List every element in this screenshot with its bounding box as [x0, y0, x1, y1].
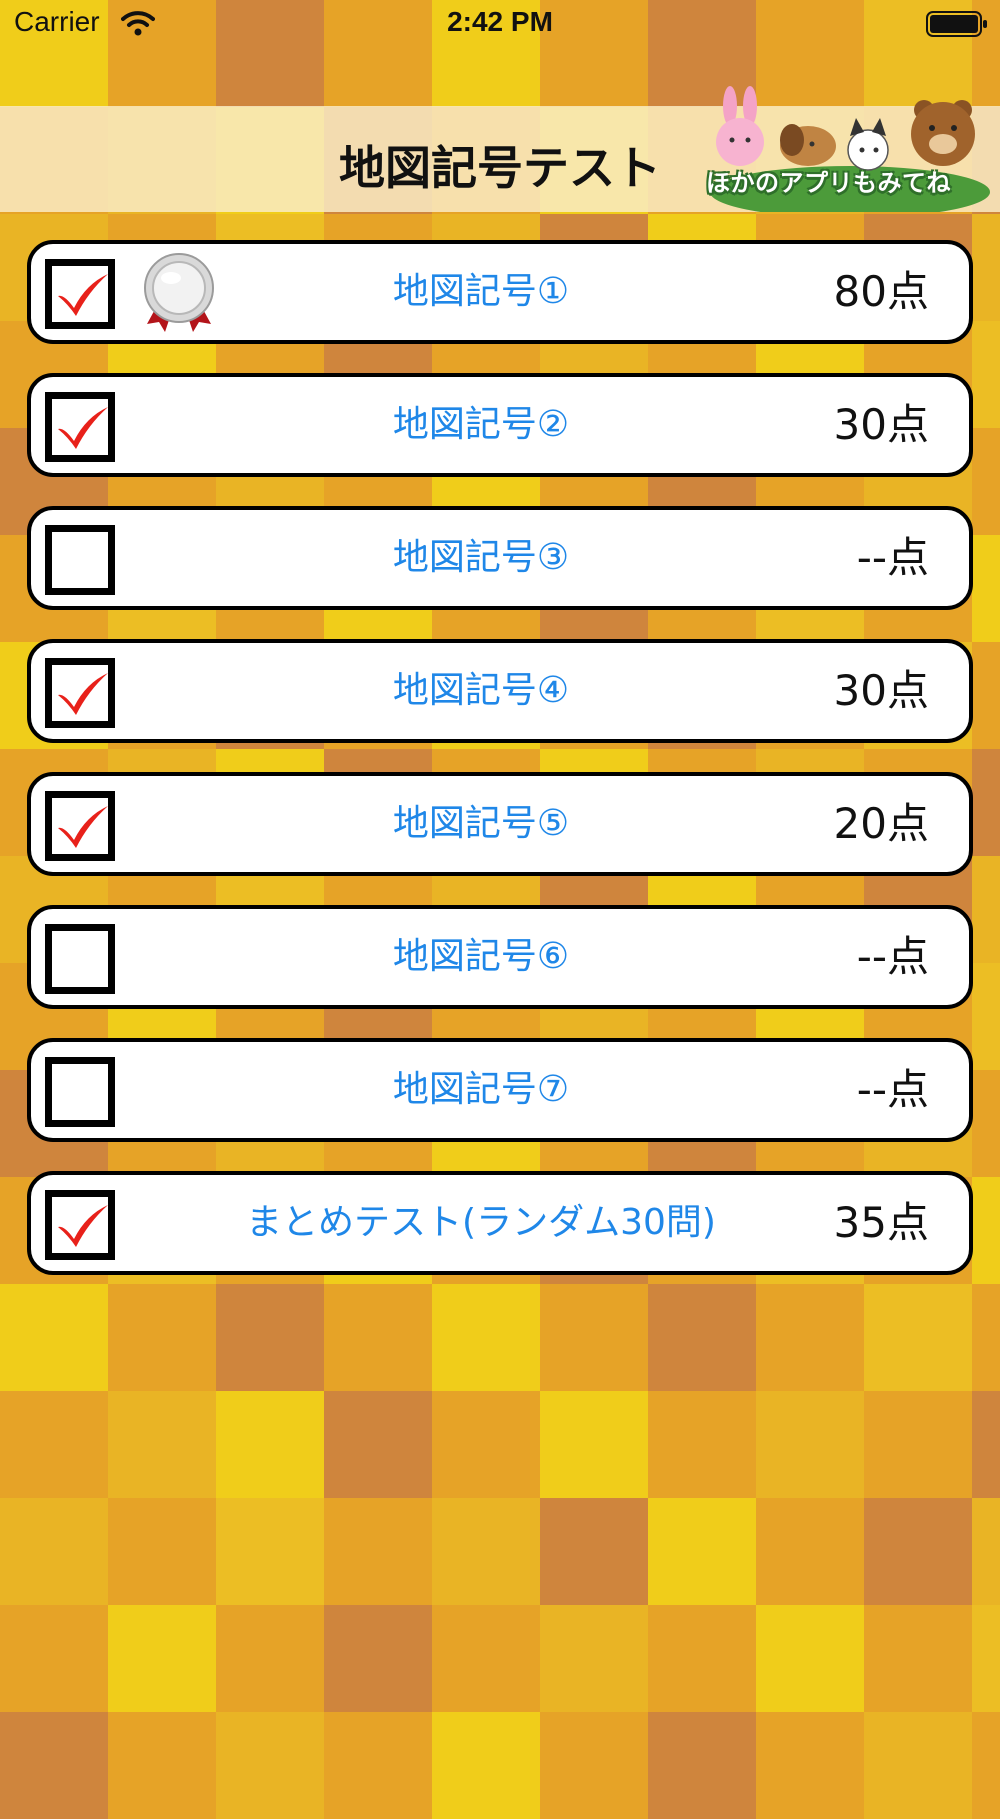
- test-score: 80点: [833, 267, 929, 316]
- test-score: --点: [856, 932, 929, 981]
- nav-bar: 地図記号テスト ほかのアプリもみてね: [0, 86, 1000, 218]
- test-score: --点: [856, 533, 929, 582]
- check-mark-icon: [58, 806, 108, 848]
- test-row[interactable]: 地図記号④ 30点: [27, 639, 973, 743]
- checkbox-checked: [45, 392, 115, 462]
- test-title: 地図記号⑤: [392, 803, 570, 844]
- checkbox-unchecked: [45, 525, 115, 595]
- test-row[interactable]: 地図記号② 30点: [27, 373, 973, 477]
- test-title: 地図記号③: [392, 537, 570, 578]
- battery-icon: [926, 11, 987, 37]
- checkbox-unchecked: [45, 1057, 115, 1127]
- test-title: 地図記号④: [392, 670, 570, 711]
- test-score: 30点: [833, 666, 929, 715]
- test-score: --点: [856, 1065, 929, 1114]
- test-score: 35点: [833, 1198, 929, 1247]
- check-mark-icon: [58, 673, 108, 715]
- test-row[interactable]: 地図記号⑥ --点: [27, 905, 973, 1009]
- checkbox-checked: [45, 791, 115, 861]
- test-score: 20点: [833, 799, 929, 848]
- status-bar: Carrier 2:42 PM: [0, 0, 1000, 50]
- test-list: 地図記号① 80点 地図記号② 30点 地図記号③ --点 地図記号④ 30点 地図記号⑤ 20点…: [27, 240, 973, 1304]
- checkbox-checked: [45, 259, 115, 329]
- test-title: 地図記号⑥: [392, 936, 570, 977]
- test-score: 30点: [833, 400, 929, 449]
- checkbox-checked: [45, 1190, 115, 1260]
- check-mark-icon: [58, 1205, 108, 1247]
- checkbox-unchecked: [45, 924, 115, 994]
- test-title: 地図記号⑦: [392, 1069, 570, 1110]
- checkbox-checked: [45, 658, 115, 728]
- test-row[interactable]: 地図記号⑦ --点: [27, 1038, 973, 1142]
- test-row[interactable]: まとめテスト(ランダム30問) 35点: [27, 1171, 973, 1275]
- test-title: 地図記号②: [392, 404, 570, 445]
- test-row[interactable]: 地図記号③ --点: [27, 506, 973, 610]
- status-time: 2:42 PM: [447, 6, 553, 37]
- test-title: 地図記号①: [392, 271, 570, 312]
- check-mark-icon: [58, 274, 108, 316]
- other-apps-label: ほかのアプリもみてね: [706, 169, 951, 197]
- test-title: まとめテスト(ランダム30問): [246, 1202, 716, 1243]
- test-row[interactable]: 地図記号① 80点: [27, 240, 973, 344]
- check-mark-icon: [58, 407, 108, 449]
- test-row[interactable]: 地図記号⑤ 20点: [27, 772, 973, 876]
- other-apps-banner[interactable]: ほかのアプリもみてね: [700, 84, 1000, 218]
